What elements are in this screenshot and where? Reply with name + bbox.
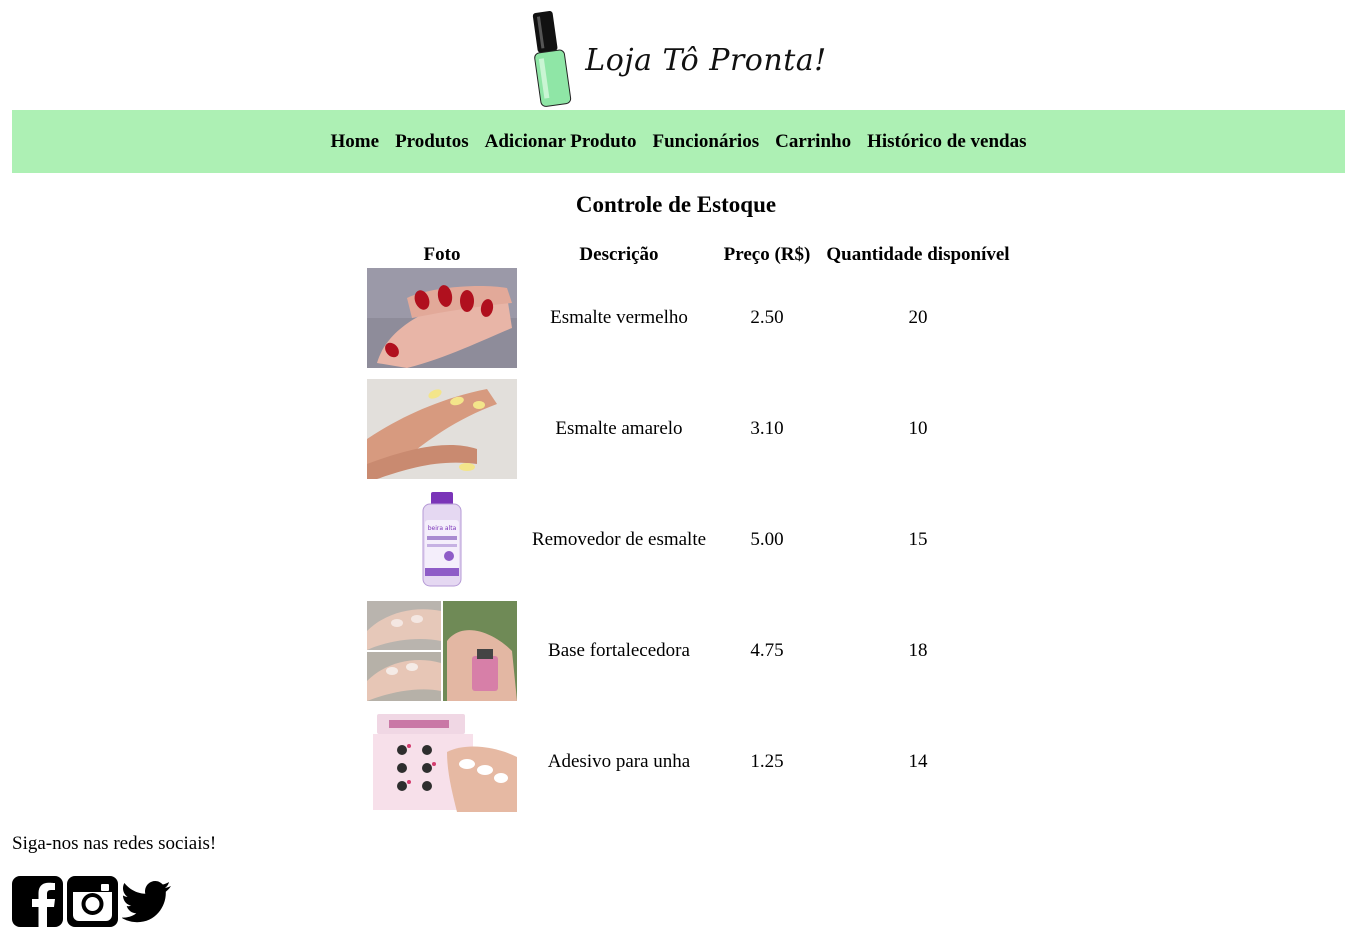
product-photo-cell: [363, 712, 521, 821]
product-price: 3.10: [750, 418, 784, 439]
header-price: Preço (R$): [723, 244, 811, 265]
product-photo-cell: [363, 379, 521, 488]
stock-table: Foto Descrição Preço (R$) Quantidade dis…: [361, 240, 1019, 823]
site-logo[interactable]: Loja Tô Pronta!: [525, 9, 826, 109]
social-icons: [12, 876, 173, 927]
header-photo: Foto: [423, 244, 461, 265]
nav-item-funcionarios[interactable]: Funcionários: [652, 131, 759, 153]
nav-item-carrinho[interactable]: Carrinho: [775, 131, 851, 153]
table-row: Adesivo para unha 1.25 14: [363, 712, 1017, 821]
product-description: Adesivo para unha: [547, 751, 691, 772]
site-header: Loja Tô Pronta!: [0, 8, 1352, 110]
nail-polish-remover-bottle-photo: beira alta: [367, 490, 517, 590]
header-description: Descrição: [579, 244, 659, 265]
product-description: Removedor de esmalte: [531, 529, 707, 550]
product-description: Esmalte amarelo: [555, 418, 683, 439]
nail-polish-bottle-icon: [533, 11, 572, 107]
nav-item-adicionar-produto[interactable]: Adicionar Produto: [485, 131, 637, 153]
table-row: Base fortalecedora 4.75 18: [363, 601, 1017, 710]
product-quantity: 18: [908, 640, 928, 661]
product-quantity: 15: [908, 529, 928, 550]
nav-item-home[interactable]: Home: [331, 131, 380, 153]
svg-text:beira alta: beira alta: [428, 525, 457, 532]
social-callout: Siga-nos nas redes sociais!: [12, 833, 217, 854]
nav-item-historico-de-vendas[interactable]: Histórico de vendas: [867, 131, 1026, 153]
product-description: Esmalte vermelho: [550, 307, 688, 328]
product-photo-cell: [363, 601, 521, 710]
yellow-nail-polish-photo: [367, 379, 517, 479]
nail-sticker-photo: [367, 712, 517, 812]
twitter-icon[interactable]: [122, 876, 173, 927]
nav-item-produtos[interactable]: Produtos: [395, 131, 469, 153]
product-description: Base fortalecedora: [548, 640, 690, 661]
product-quantity: 20: [908, 307, 928, 328]
product-price: 1.25: [750, 751, 784, 772]
instagram-icon[interactable]: [67, 876, 118, 927]
strengthening-base-collage-photo: [367, 601, 517, 701]
product-photo-cell: [363, 268, 521, 377]
table-row: beira alta Removedor de esmalte 5.00 15: [363, 490, 1017, 599]
red-nail-polish-photo: [367, 268, 517, 368]
product-price: 4.75: [750, 640, 784, 661]
page-title: Controle de Estoque: [575, 192, 777, 217]
product-photo-cell: beira alta: [363, 490, 521, 599]
facebook-icon[interactable]: [12, 876, 63, 927]
table-row: Esmalte vermelho 2.50 20: [363, 268, 1017, 377]
table-header-row: Foto Descrição Preço (R$) Quantidade dis…: [363, 242, 1017, 266]
table-row: Esmalte amarelo 3.10 10: [363, 379, 1017, 488]
product-quantity: 10: [908, 418, 928, 439]
main-navbar: Home Produtos Adicionar Produto Funcioná…: [12, 110, 1345, 173]
brand-name: Loja Tô Pronta!: [585, 42, 827, 78]
product-price: 5.00: [750, 529, 784, 550]
product-price: 2.50: [750, 307, 784, 328]
header-quantity: Quantidade disponível: [826, 244, 1010, 265]
product-quantity: 14: [908, 751, 928, 772]
